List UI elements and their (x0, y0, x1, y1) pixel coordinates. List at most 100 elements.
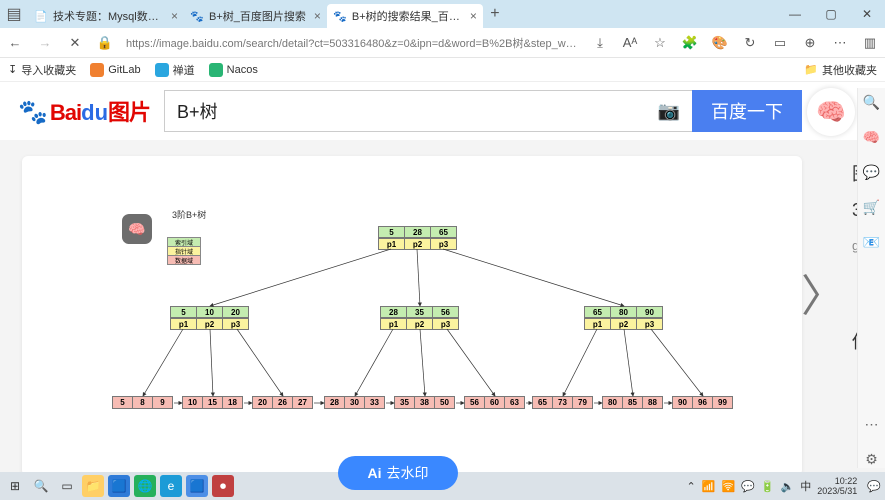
refresh-icon[interactable]: ↻ (741, 35, 759, 51)
addr-actions: ⤓ Aᴬ ☆ 🧩 🎨 ↻ ▭ ⊕ ⋯ ▥ (591, 35, 879, 51)
tray-net-icon[interactable]: 📶 (702, 480, 716, 493)
page-header: 🐾 Bai du 图片 📷 百度一下 🧠 (0, 82, 885, 140)
ai-icon: Ai (368, 465, 382, 481)
paw-icon: 🐾 (190, 9, 204, 23)
remove-watermark-button[interactable]: Ai 去水印 (338, 456, 458, 490)
workspace-icon[interactable]: ▤ (0, 4, 28, 24)
gitlab-icon (90, 63, 104, 77)
tab-label: 技术专题：Mysql数据库（视图... (53, 8, 163, 24)
edge-side-rail: 🔍 🧠 💬 🛒 📧 ⋯ ⚙ (857, 88, 885, 468)
new-tab-button[interactable]: + (483, 5, 507, 23)
taskbar-clock[interactable]: 10:22 2023/5/31 (817, 476, 861, 496)
rail-mail-icon[interactable]: 📧 (863, 234, 880, 251)
baidu-logo[interactable]: 🐾 Bai du 图片 (18, 95, 150, 127)
taskbar-app[interactable]: 🌐 (134, 475, 156, 497)
close-icon[interactable]: × (314, 9, 321, 23)
close-icon[interactable]: × (171, 9, 178, 23)
rail-shop-icon[interactable]: 🛒 (863, 199, 880, 216)
bookmark-label: Nacos (227, 64, 258, 76)
taskbar-app[interactable]: 🟦 (186, 475, 208, 497)
rail-brain-icon[interactable]: 🧠 (863, 129, 880, 146)
next-image-button[interactable]: 〉 (801, 260, 845, 324)
taskbar-app[interactable]: ⏺ (212, 475, 234, 497)
search-button[interactable]: 百度一下 (692, 90, 802, 132)
tray-ime-icon[interactable]: 中 (800, 478, 811, 494)
palette-icon[interactable]: 🎨 (711, 35, 729, 51)
other-bookmarks[interactable]: 📁 其他收藏夹 (804, 62, 877, 78)
url-field[interactable]: https://image.baidu.com/search/detail?ct… (126, 35, 579, 51)
bookmark-label: 禅道 (173, 62, 195, 78)
tray-wifi-icon[interactable]: 🛜 (721, 480, 735, 493)
bplus-tree-diagram: 🧠 3阶B+树 索引域 指针域 数据域 5 28 65 p1 p2 p3 (22, 156, 802, 476)
bookmark-label: 其他收藏夹 (822, 62, 877, 78)
bookmark-gitlab[interactable]: GitLab (90, 63, 140, 77)
extensions-button[interactable]: ⊕ (801, 35, 819, 51)
pill-label: 去水印 (387, 463, 429, 483)
system-tray: ⌃ 📶 🛜 💬 🔋 🔈 中 10:22 2023/5/31 💬 (687, 476, 881, 496)
image-card: 🧠 3阶B+树 索引域 指针域 数据域 5 28 65 p1 p2 p3 (22, 156, 802, 476)
taskbar-app[interactable]: ▭ (56, 475, 78, 497)
import-bookmarks[interactable]: ↧ 导入收藏夹 (8, 62, 76, 78)
tray-action-center[interactable]: 💬 (867, 480, 881, 493)
stop-button[interactable]: ✕ (66, 35, 84, 51)
tray-up-icon[interactable]: ⌃ (687, 480, 696, 493)
bookmark-nacos[interactable]: Nacos (209, 63, 258, 77)
tray-volume-icon[interactable]: 🔈 (781, 480, 795, 493)
leaf-node: 202627 (252, 396, 313, 409)
read-aloud-icon[interactable]: Aᴬ (621, 35, 639, 50)
logo-bai: Bai (50, 100, 81, 126)
root-node: 5 28 65 p1 p2 p3 (378, 226, 457, 250)
tray-battery-icon[interactable]: 🔋 (761, 480, 775, 493)
close-icon[interactable]: × (470, 9, 477, 23)
maximize-button[interactable]: ▢ (813, 7, 849, 21)
rail-chat-icon[interactable]: 💬 (863, 164, 880, 181)
address-bar: ← → ✕ 🔒 https://image.baidu.com/search/d… (0, 28, 885, 58)
rail-settings-icon[interactable]: ⚙ (865, 451, 878, 468)
tab-1[interactable]: 🐾 B+树_百度图片搜索 × (184, 4, 327, 28)
taskbar-app[interactable]: 🔍 (30, 475, 52, 497)
bookmark-zentao[interactable]: 禅道 (155, 62, 195, 78)
bookmarks-bar: ↧ 导入收藏夹 GitLab 禅道 Nacos 📁 其他收藏夹 (0, 58, 885, 82)
rail-more-icon[interactable]: ⋯ (865, 416, 879, 433)
favorite-icon[interactable]: ☆ (651, 35, 669, 51)
collections-icon[interactable]: ▭ (771, 35, 789, 51)
leaf-node: 566063 (464, 396, 525, 409)
mid-node: 51020 p1p2p3 (170, 306, 249, 330)
mid-node: 283556 p1p2p3 (380, 306, 459, 330)
forward-button[interactable]: → (36, 35, 54, 50)
taskbar-app[interactable]: 🟦 (108, 475, 130, 497)
folder-icon: 📁 (804, 63, 818, 76)
legend-data: 数据域 (167, 255, 201, 265)
diagram-legend: 索引域 指针域 数据域 (167, 238, 201, 265)
tab-2-active[interactable]: 🐾 B+树的搜索结果_百度图片搜索 × (327, 4, 483, 28)
close-window-button[interactable]: ✕ (849, 7, 885, 21)
extension-icon[interactable]: 🧩 (681, 35, 699, 51)
download-icon[interactable]: ⤓ (591, 35, 609, 51)
window-controls: — ▢ ✕ (777, 7, 885, 21)
taskbar-app[interactable]: ⊞ (4, 475, 26, 497)
tab-0[interactable]: 📄 技术专题：Mysql数据库（视图... × (28, 4, 184, 28)
rail-search-icon[interactable]: 🔍 (863, 94, 880, 111)
taskbar-app[interactable]: 📁 (82, 475, 104, 497)
nacos-icon (209, 63, 223, 77)
leaf-node: 101518 (182, 396, 243, 409)
menu-button[interactable]: ⋯ (831, 35, 849, 51)
leaf-node: 657379 (532, 396, 593, 409)
ai-brain-badge[interactable]: 🧠 (807, 88, 855, 136)
paw-icon: 🐾 (333, 9, 347, 23)
side-panel-icon[interactable]: ▥ (861, 35, 879, 51)
leaf-node: 589 (112, 396, 173, 409)
zentao-icon (155, 63, 169, 77)
tab-label: B+树的搜索结果_百度图片搜索 (352, 8, 462, 24)
camera-icon[interactable]: 📷 (658, 101, 680, 122)
paw-icon: 🐾 (18, 98, 48, 127)
minimize-button[interactable]: — (777, 7, 813, 21)
search-box[interactable]: 📷 (164, 90, 692, 132)
titlebar: ▤ 📄 技术专题：Mysql数据库（视图... × 🐾 B+树_百度图片搜索 ×… (0, 0, 885, 28)
back-button[interactable]: ← (6, 35, 24, 50)
tray-chat-icon[interactable]: 💬 (741, 480, 755, 493)
pdf-icon: 📄 (34, 9, 48, 23)
taskbar-app[interactable]: e (160, 475, 182, 497)
leaf-node: 353850 (394, 396, 455, 409)
search-input[interactable] (177, 101, 658, 122)
